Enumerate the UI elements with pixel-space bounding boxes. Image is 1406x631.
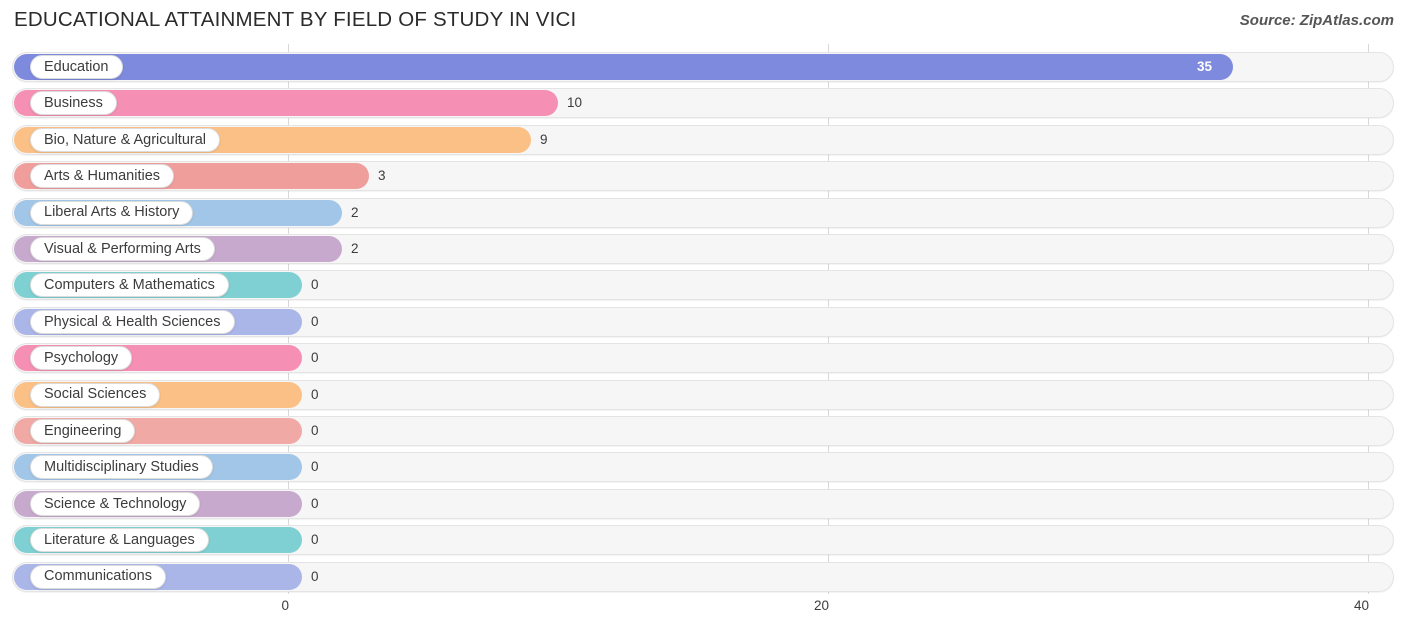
bar-value-label: 0 [311,495,319,511]
chart-row: Psychology 0 [12,343,1394,374]
bar-value-label: 0 [311,459,319,475]
category-label: Business [44,95,103,112]
chart-row: Computers & Mathematics 0 [12,270,1394,301]
category-label: Literature & Languages [44,531,195,548]
category-label: Visual & Performing Arts [44,240,201,257]
chart-row: Visual & Performing Arts 2 [12,234,1394,264]
chart-root: EDUCATIONAL ATTAINMENT BY FIELD OF STUDY… [0,0,1406,631]
chart-row: Engineering 0 [12,416,1394,446]
bar-value-label: 0 [311,423,319,438]
category-label: Physical & Health Sciences [44,313,221,330]
category-label-pill: Education [30,55,123,79]
chart-row: Bio, Nature & Agricultural 9 [12,124,1394,155]
chart-row: Science & Technology 0 [12,488,1394,519]
category-label-pill: Science & Technology [30,491,201,516]
category-label: Communications [44,568,152,585]
category-label: Education [44,58,109,75]
chart-row: Communications 0 [12,561,1394,592]
bar-value-label: 3 [378,168,386,184]
bar-value-label: 9 [540,131,548,147]
category-label: Social Sciences [44,386,147,403]
category-label-pill: Liberal Arts & History [30,200,194,225]
bar-value-label: 0 [311,313,319,329]
chart-row: Arts & Humanities 3 [12,161,1394,192]
x-axis: 0 20 40 [0,594,1406,631]
chart-row: Liberal Arts & History 2 [12,197,1394,228]
category-label-pill: Business [30,91,117,116]
category-label: Bio, Nature & Agricultural [44,131,206,148]
bar-value-label: 0 [311,568,319,584]
bar-value-label: 0 [311,532,319,548]
category-label-pill: Arts & Humanities [30,164,175,189]
chart-row: Business 10 [12,88,1394,119]
category-label-pill: Engineering [30,419,136,443]
bar-value-label: 2 [351,204,359,220]
bar-value-label: 35 [1197,59,1213,74]
source-attribution: Source: ZipAtlas.com [1239,12,1394,29]
category-label-pill: Literature & Languages [30,528,209,553]
category-label-pill: Visual & Performing Arts [30,237,215,261]
category-label: Science & Technology [44,495,187,512]
category-label-pill: Multidisciplinary Studies [30,455,213,480]
category-label-pill: Psychology [30,346,133,371]
bar-value-label: 10 [567,95,583,111]
category-label: Psychology [44,349,119,366]
x-tick-label: 40 [1353,598,1369,613]
chart-row: Physical & Health Sciences 0 [12,306,1394,337]
bar [14,54,1233,80]
category-label-pill: Social Sciences [30,382,161,407]
category-label-pill: Bio, Nature & Agricultural [30,127,220,152]
page-title: EDUCATIONAL ATTAINMENT BY FIELD OF STUDY… [14,8,577,31]
chart-row: Multidisciplinary Studies 0 [12,452,1394,483]
category-label-pill: Physical & Health Sciences [30,309,235,334]
bar-value-label: 0 [311,386,319,402]
category-label: Engineering [44,422,122,439]
chart-row: Literature & Languages 0 [12,525,1394,556]
chart-row: Education 35 [12,52,1394,82]
chart-header: EDUCATIONAL ATTAINMENT BY FIELD OF STUDY… [0,0,1406,42]
category-label-pill: Communications [30,564,166,589]
bar-value-label: 2 [351,241,359,256]
bar-value-label: 0 [311,277,319,293]
category-label: Liberal Arts & History [44,204,180,221]
category-label-pill: Computers & Mathematics [30,273,229,298]
category-label: Arts & Humanities [44,167,161,184]
bar-value-label: 0 [311,350,319,366]
x-tick-label: 20 [813,598,829,613]
chart-row: Social Sciences 0 [12,379,1394,410]
plot-area: Education 35 Business 10 Bio, Nature & Agric… [0,44,1406,594]
category-label: Computers & Mathematics [44,277,215,294]
category-label: Multidisciplinary Studies [44,459,199,476]
x-tick-label: 0 [281,598,289,613]
